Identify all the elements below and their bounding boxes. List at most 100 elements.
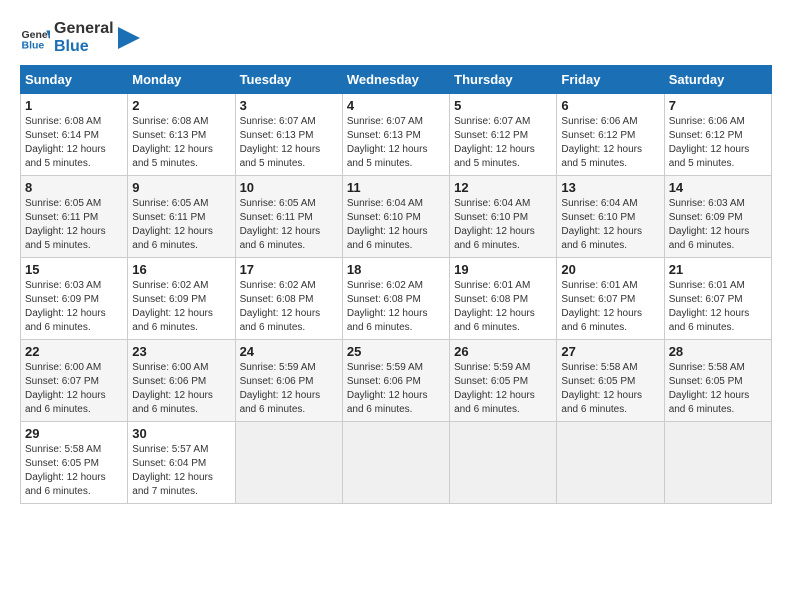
- day-cell-26: 26 Sunrise: 5:59 AM Sunset: 6:05 PM Dayli…: [450, 340, 557, 422]
- day-number: 11: [347, 180, 445, 195]
- day-number: 12: [454, 180, 552, 195]
- day-cell-24: 24 Sunrise: 5:59 AM Sunset: 6:06 PM Dayli…: [235, 340, 342, 422]
- day-number: 9: [132, 180, 230, 195]
- empty-cell: [557, 422, 664, 504]
- day-cell-13: 13 Sunrise: 6:04 AM Sunset: 6:10 PM Dayli…: [557, 176, 664, 258]
- day-cell-17: 17Sunrise: 6:02 AM Sunset: 6:08 PM Dayli…: [235, 258, 342, 340]
- dow-header-saturday: Saturday: [664, 66, 771, 94]
- day-info: Sunrise: 6:06 AM Sunset: 6:12 PM Dayligh…: [669, 115, 767, 171]
- day-info: Sunrise: 6:06 AM Sunset: 6:12 PM Dayligh…: [561, 115, 659, 171]
- day-info: Sunrise: 6:08 AM Sunset: 6:14 PM Dayligh…: [25, 115, 123, 171]
- day-info: Sunrise: 6:05 AM Sunset: 6:11 PM Dayligh…: [132, 197, 230, 253]
- day-number: 7: [669, 98, 767, 113]
- day-info: Sunrise: 6:03 AM Sunset: 6:09 PM Dayligh…: [25, 279, 123, 335]
- calendar-row: 29 Sunrise: 5:58 AM Sunset: 6:05 PM Dayli…: [21, 422, 772, 504]
- day-cell-7: 7 Sunrise: 6:06 AM Sunset: 6:12 PM Daylig…: [664, 94, 771, 176]
- day-number: 3: [240, 98, 338, 113]
- day-info: Sunrise: 6:04 AM Sunset: 6:10 PM Dayligh…: [454, 197, 552, 253]
- day-info: Sunrise: 6:07 AM Sunset: 6:13 PM Dayligh…: [347, 115, 445, 171]
- day-cell-9: 9 Sunrise: 6:05 AM Sunset: 6:11 PM Daylig…: [128, 176, 235, 258]
- day-cell-10: 10 Sunrise: 6:05 AM Sunset: 6:11 PM Dayli…: [235, 176, 342, 258]
- day-cell-6: 6 Sunrise: 6:06 AM Sunset: 6:12 PM Daylig…: [557, 94, 664, 176]
- day-info: Sunrise: 6:01 AM Sunset: 6:07 PM Dayligh…: [669, 279, 767, 335]
- day-info: Sunrise: 6:02 AM Sunset: 6:08 PM Dayligh…: [347, 279, 445, 335]
- day-cell-20: 20 Sunrise: 6:01 AM Sunset: 6:07 PM Dayli…: [557, 258, 664, 340]
- day-info: Sunrise: 5:57 AM Sunset: 6:04 PM Dayligh…: [132, 443, 230, 499]
- day-number: 14: [669, 180, 767, 195]
- day-number: 23: [132, 344, 230, 359]
- day-number: 26: [454, 344, 552, 359]
- day-info: Sunrise: 6:04 AM Sunset: 6:10 PM Dayligh…: [561, 197, 659, 253]
- day-info: Sunrise: 5:58 AM Sunset: 6:05 PM Dayligh…: [561, 361, 659, 417]
- day-info: Sunrise: 6:08 AM Sunset: 6:13 PM Dayligh…: [132, 115, 230, 171]
- day-cell-8: 8Sunrise: 6:05 AM Sunset: 6:11 PM Daylig…: [21, 176, 128, 258]
- day-cell-15: 15Sunrise: 6:03 AM Sunset: 6:09 PM Dayli…: [21, 258, 128, 340]
- header: General Blue General Blue: [20, 20, 772, 55]
- day-info: Sunrise: 6:01 AM Sunset: 6:08 PM Dayligh…: [454, 279, 552, 335]
- day-cell-21: 21 Sunrise: 6:01 AM Sunset: 6:07 PM Dayli…: [664, 258, 771, 340]
- day-number: 30: [132, 426, 230, 441]
- day-number: 20: [561, 262, 659, 277]
- calendar-row: 1Sunrise: 6:08 AM Sunset: 6:14 PM Daylig…: [21, 94, 772, 176]
- dow-header-wednesday: Wednesday: [342, 66, 449, 94]
- dow-header-monday: Monday: [128, 66, 235, 94]
- day-info: Sunrise: 6:07 AM Sunset: 6:12 PM Dayligh…: [454, 115, 552, 171]
- day-cell-3: 3 Sunrise: 6:07 AM Sunset: 6:13 PM Daylig…: [235, 94, 342, 176]
- day-info: Sunrise: 6:04 AM Sunset: 6:10 PM Dayligh…: [347, 197, 445, 253]
- calendar-row: 22 Sunrise: 6:00 AM Sunset: 6:07 PM Dayli…: [21, 340, 772, 422]
- day-number: 18: [347, 262, 445, 277]
- day-cell-28: 28Sunrise: 5:58 AM Sunset: 6:05 PM Dayli…: [664, 340, 771, 422]
- day-cell-5: 5 Sunrise: 6:07 AM Sunset: 6:12 PM Daylig…: [450, 94, 557, 176]
- logo-general: General: [54, 20, 114, 38]
- dow-header-tuesday: Tuesday: [235, 66, 342, 94]
- logo-icon: General Blue: [20, 23, 50, 53]
- day-info: Sunrise: 6:00 AM Sunset: 6:06 PM Dayligh…: [132, 361, 230, 417]
- day-info: Sunrise: 6:07 AM Sunset: 6:13 PM Dayligh…: [240, 115, 338, 171]
- day-cell-14: 14 Sunrise: 6:03 AM Sunset: 6:09 PM Dayli…: [664, 176, 771, 258]
- day-cell-19: 19Sunrise: 6:01 AM Sunset: 6:08 PM Dayli…: [450, 258, 557, 340]
- day-info: Sunrise: 6:05 AM Sunset: 6:11 PM Dayligh…: [240, 197, 338, 253]
- day-cell-12: 12 Sunrise: 6:04 AM Sunset: 6:10 PM Dayli…: [450, 176, 557, 258]
- logo-blue: Blue: [54, 38, 114, 56]
- day-number: 4: [347, 98, 445, 113]
- day-number: 24: [240, 344, 338, 359]
- dow-header-friday: Friday: [557, 66, 664, 94]
- day-info: Sunrise: 5:59 AM Sunset: 6:06 PM Dayligh…: [347, 361, 445, 417]
- day-cell-27: 27 Sunrise: 5:58 AM Sunset: 6:05 PM Dayli…: [557, 340, 664, 422]
- day-cell-23: 23 Sunrise: 6:00 AM Sunset: 6:06 PM Dayli…: [128, 340, 235, 422]
- day-cell-1: 1Sunrise: 6:08 AM Sunset: 6:14 PM Daylig…: [21, 94, 128, 176]
- day-number: 5: [454, 98, 552, 113]
- day-info: Sunrise: 6:02 AM Sunset: 6:09 PM Dayligh…: [132, 279, 230, 335]
- empty-cell: [664, 422, 771, 504]
- calendar-row: 8 Sunrise: 6:05 AM Sunset: 6:11 PM Daylig…: [21, 176, 772, 258]
- day-info: Sunrise: 5:58 AM Sunset: 6:05 PM Dayligh…: [669, 361, 767, 417]
- day-cell-25: 25Sunrise: 5:59 AM Sunset: 6:06 PM Dayli…: [342, 340, 449, 422]
- day-cell-16: 16 Sunrise: 6:02 AM Sunset: 6:09 PM Dayli…: [128, 258, 235, 340]
- day-number: 13: [561, 180, 659, 195]
- day-info: Sunrise: 5:58 AM Sunset: 6:05 PM Dayligh…: [25, 443, 123, 499]
- day-number: 27: [561, 344, 659, 359]
- day-info: Sunrise: 6:01 AM Sunset: 6:07 PM Dayligh…: [561, 279, 659, 335]
- day-info: Sunrise: 6:00 AM Sunset: 6:07 PM Dayligh…: [25, 361, 123, 417]
- empty-cell: [450, 422, 557, 504]
- day-number: 17: [240, 262, 338, 277]
- day-cell-4: 4 Sunrise: 6:07 AM Sunset: 6:13 PM Daylig…: [342, 94, 449, 176]
- day-info: Sunrise: 5:59 AM Sunset: 6:05 PM Dayligh…: [454, 361, 552, 417]
- day-number: 22: [25, 344, 123, 359]
- day-number: 21: [669, 262, 767, 277]
- svg-text:Blue: Blue: [22, 39, 45, 51]
- day-cell-30: 30 Sunrise: 5:57 AM Sunset: 6:04 PM Dayli…: [128, 422, 235, 504]
- calendar-row: 15Sunrise: 6:03 AM Sunset: 6:09 PM Dayli…: [21, 258, 772, 340]
- day-cell-22: 22 Sunrise: 6:00 AM Sunset: 6:07 PM Dayli…: [21, 340, 128, 422]
- day-cell-2: 2Sunrise: 6:08 AM Sunset: 6:13 PM Daylig…: [128, 94, 235, 176]
- empty-cell: [342, 422, 449, 504]
- day-number: 6: [561, 98, 659, 113]
- day-number: 16: [132, 262, 230, 277]
- day-info: Sunrise: 6:03 AM Sunset: 6:09 PM Dayligh…: [669, 197, 767, 253]
- day-number: 29: [25, 426, 123, 441]
- empty-cell: [235, 422, 342, 504]
- dow-header-thursday: Thursday: [450, 66, 557, 94]
- day-info: Sunrise: 5:59 AM Sunset: 6:06 PM Dayligh…: [240, 361, 338, 417]
- day-number: 8: [25, 180, 123, 195]
- day-number: 10: [240, 180, 338, 195]
